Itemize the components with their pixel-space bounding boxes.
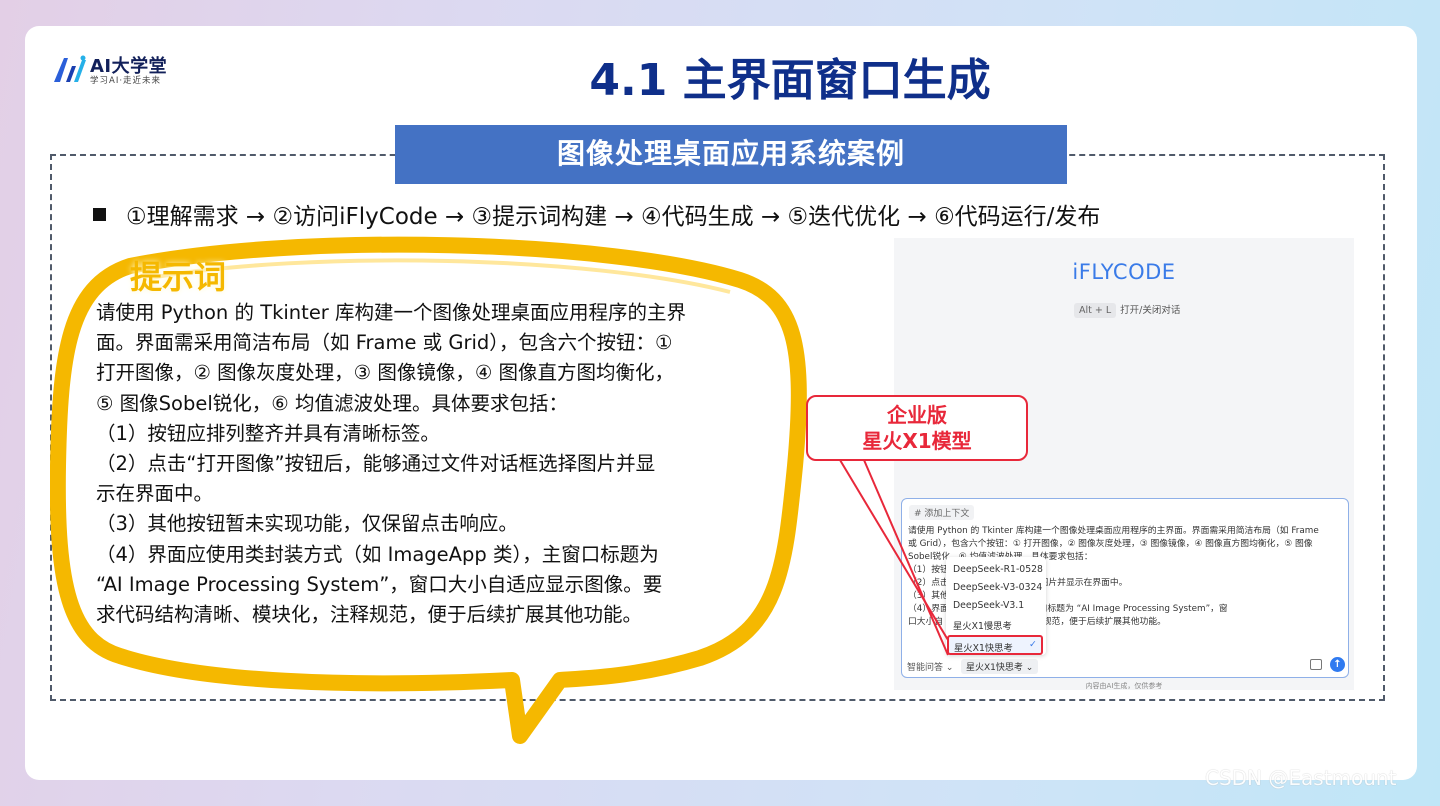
image-upload-icon[interactable]	[1310, 659, 1322, 670]
model-selector[interactable]: 星火X1快思考 ⌄	[961, 659, 1039, 674]
chat-input-line: 请使用 Python 的 Tkinter 库构建一个图像处理桌面应用程序的主界面…	[908, 526, 1319, 536]
prompt-text: 请使用 Python 的 Tkinter 库构建一个图像处理桌面应用程序的主界 …	[96, 298, 736, 630]
model-label: 星火X1快思考	[966, 663, 1023, 673]
prompt-line: 示在界面中。	[96, 482, 214, 506]
prompt-line: （1）按钮应排列整齐并具有清晰标签。	[96, 421, 440, 445]
enterprise-callout: 企业版 星火X1模型	[806, 395, 1028, 461]
model-option[interactable]: DeepSeek-R1-0528	[953, 564, 1043, 575]
watermark: CSDN @Eastmount	[1205, 766, 1397, 790]
prompt-line: ⑤ 图像Sobel锐化，⑥ 均值滤波处理。具体要求包括：	[96, 391, 568, 415]
workflow-steps-text: ①理解需求 → ②访问iFlyCode → ③提示词构建 → ④代码生成 → ⑤…	[126, 204, 1101, 230]
prompt-line: （3）其他按钮暂未实现功能，仅保留点击响应。	[96, 512, 518, 536]
workflow-steps: ①理解需求 → ②访问iFlyCode → ③提示词构建 → ④代码生成 → ⑤…	[93, 197, 1213, 230]
prompt-line: 打开图像，② 图像灰度处理，③ 图像镜像，④ 图像直方图均衡化，	[96, 361, 675, 385]
ai-disclaimer: 内容由AI生成，仅供参考	[1085, 682, 1163, 690]
prompt-tag: 提示词	[130, 258, 227, 296]
callout-line: 企业版	[887, 403, 947, 427]
chat-input-line: 或 Grid），包含六个按钮：① 打开图像，② 图像灰度处理，③ 图像镜像，④ …	[908, 539, 1313, 549]
logo-tagline: 学习AI·走近未来	[90, 76, 162, 86]
selected-option-label: 星火X1快思考	[954, 643, 1013, 654]
mode-selector[interactable]: 智能问答 ⌄	[907, 660, 953, 673]
logo: AI大学堂 学习AI·走近未来	[52, 52, 192, 88]
check-icon: ✓	[1029, 639, 1037, 650]
shortcut-key: Alt + L	[1074, 303, 1117, 318]
callout-line: 星火X1模型	[862, 429, 972, 453]
model-dropdown: DeepSeek-R1-0528 DeepSeek-V3-0324 DeepSe…	[946, 557, 1046, 655]
model-option[interactable]: 星火X1慢思考	[953, 618, 1012, 632]
model-option-selected[interactable]: 星火X1快思考 ✓	[947, 635, 1043, 655]
shortcut-text: 打开/关闭对话	[1120, 305, 1181, 316]
send-button[interactable]: ↑	[1330, 657, 1345, 672]
chevron-down-icon: ⌄	[945, 663, 954, 673]
chevron-down-icon: ⌄	[1025, 663, 1034, 673]
section-banner: 图像处理桌面应用系统案例	[395, 125, 1067, 184]
prompt-line: 求代码结构清晰、模块化，注释规范，便于后续扩展其他功能。	[96, 603, 643, 627]
shortcut-hint: Alt + L 打开/关闭对话	[1074, 302, 1180, 318]
prompt-line: （4）界面应使用类封装方式（如 ImageApp 类），主窗口标题为	[96, 542, 659, 566]
add-context-button[interactable]: # 添加上下文	[909, 505, 975, 520]
mode-label: 智能问答	[907, 663, 944, 673]
page-title: 4.1 主界面窗口生成	[589, 55, 991, 106]
prompt-line: 请使用 Python 的 Tkinter 库构建一个图像处理桌面应用程序的主界	[96, 301, 687, 324]
square-bullet-icon	[93, 208, 106, 221]
prompt-line: 面。界面需采用简洁布局（如 Frame 或 Grid），包含六个按钮：①	[96, 331, 673, 355]
ai-university-logo-icon	[54, 55, 86, 82]
prompt-line: “AI Image Processing System”，窗口大小自适应显示图像…	[96, 572, 663, 596]
iflycode-brand: iFLYCODE	[1072, 260, 1176, 284]
model-option[interactable]: DeepSeek-V3-0324	[953, 582, 1042, 593]
model-option[interactable]: DeepSeek-V3.1	[953, 600, 1024, 611]
prompt-line: （2）点击“打开图像”按钮后，能够通过文件对话框选择图片并显	[96, 452, 656, 476]
